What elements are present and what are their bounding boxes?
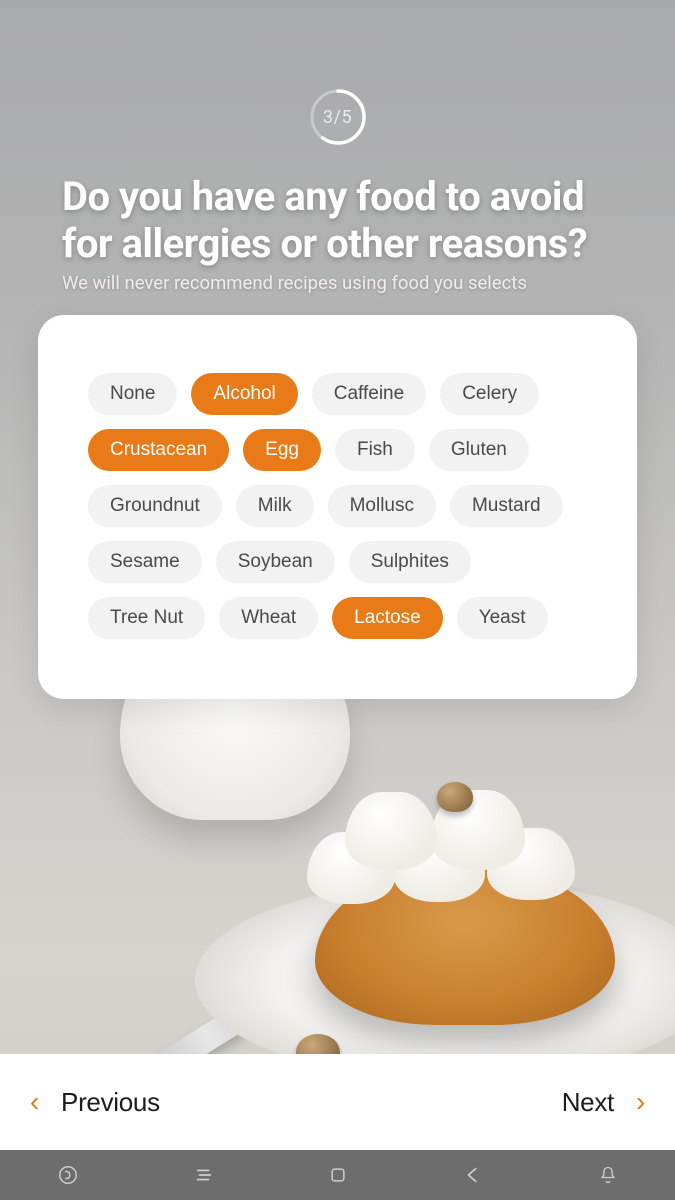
- previous-label: Previous: [61, 1087, 160, 1118]
- back-icon[interactable]: [462, 1164, 484, 1186]
- next-label: Next: [562, 1087, 614, 1118]
- chip-option[interactable]: Soybean: [216, 541, 335, 583]
- bixby-icon[interactable]: [57, 1164, 79, 1186]
- chip-option[interactable]: None: [88, 373, 177, 415]
- progress-indicator: 3/5: [309, 88, 367, 146]
- chip-option[interactable]: Lactose: [332, 597, 443, 639]
- system-nav-bar: [0, 1150, 675, 1200]
- recents-icon[interactable]: [193, 1164, 215, 1186]
- chip-option[interactable]: Gluten: [429, 429, 529, 471]
- chip-option[interactable]: Sulphites: [349, 541, 471, 583]
- chip-option[interactable]: Alcohol: [191, 373, 297, 415]
- question-subheading: We will never recommend recipes using fo…: [62, 272, 635, 294]
- chip-option[interactable]: Wheat: [219, 597, 318, 639]
- chip-option[interactable]: Fish: [335, 429, 415, 471]
- chip-container: None Alcohol Caffeine Celery Crustacean Egg Fi…: [88, 373, 587, 639]
- onboarding-screen: 3/5 Do you have any food to avoid for al…: [0, 0, 675, 1200]
- chip-option[interactable]: Milk: [236, 485, 314, 527]
- question-heading: Do you have any food to avoid for allerg…: [62, 173, 635, 267]
- chip-option[interactable]: Sesame: [88, 541, 202, 583]
- chip-option[interactable]: Celery: [440, 373, 539, 415]
- footer-nav: ‹ Previous Next ›: [0, 1054, 675, 1150]
- previous-button[interactable]: ‹ Previous: [30, 1086, 160, 1118]
- progress-label: 3/5: [309, 88, 367, 146]
- next-button[interactable]: Next ›: [562, 1086, 645, 1118]
- chip-option[interactable]: Caffeine: [312, 373, 426, 415]
- chip-option[interactable]: Egg: [243, 429, 321, 471]
- chip-option[interactable]: Yeast: [457, 597, 548, 639]
- notification-icon[interactable]: [598, 1164, 618, 1186]
- options-card: None Alcohol Caffeine Celery Crustacean Egg Fi…: [38, 315, 637, 699]
- chip-option[interactable]: Mustard: [450, 485, 563, 527]
- background-cream: [345, 792, 437, 870]
- chip-option[interactable]: Mollusc: [328, 485, 436, 527]
- background-nut: [437, 782, 473, 812]
- home-icon[interactable]: [328, 1165, 348, 1185]
- chip-option[interactable]: Crustacean: [88, 429, 229, 471]
- chevron-right-icon: ›: [636, 1086, 645, 1118]
- chip-option[interactable]: Groundnut: [88, 485, 222, 527]
- chip-option[interactable]: Tree Nut: [88, 597, 205, 639]
- chevron-left-icon: ‹: [30, 1086, 39, 1118]
